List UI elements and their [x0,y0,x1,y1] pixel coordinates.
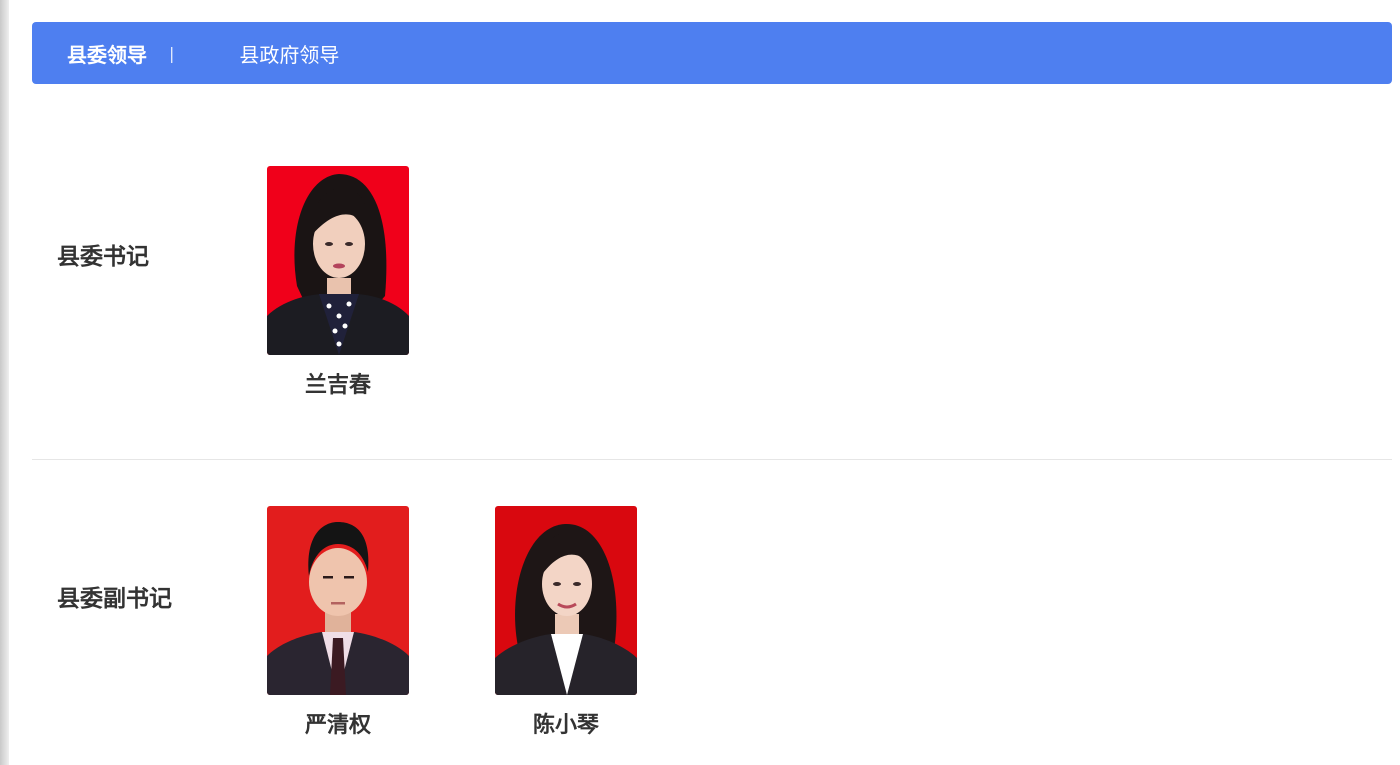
role-title: 县委副书记 [57,586,172,612]
leader-tab-bar: 县委领导 | 县政府领导 [32,22,1392,84]
person-card[interactable]: 严清权 [267,506,409,739]
person-name[interactable]: 严清权 [267,707,409,739]
tab-county-government-leaders[interactable]: 县政府领导 [239,39,339,68]
portrait-photo[interactable] [267,166,409,355]
person-card[interactable]: 兰吉春 [267,166,409,399]
section-deputy-county-secretary: 县委副书记 严清权 陈小琴 [32,460,1392,765]
window-edge [0,0,9,765]
portrait-photo[interactable] [267,506,409,695]
portrait-photo[interactable] [495,506,637,695]
person-card[interactable]: 陈小琴 [495,506,637,739]
tab-divider: | [169,43,175,63]
tab-county-committee-leaders[interactable]: 县委领导 [67,39,147,68]
role-title: 县委书记 [57,244,149,270]
person-name[interactable]: 陈小琴 [495,707,637,739]
person-name[interactable]: 兰吉春 [267,367,409,399]
section-county-secretary: 县委书记 兰吉春 [32,84,1392,460]
